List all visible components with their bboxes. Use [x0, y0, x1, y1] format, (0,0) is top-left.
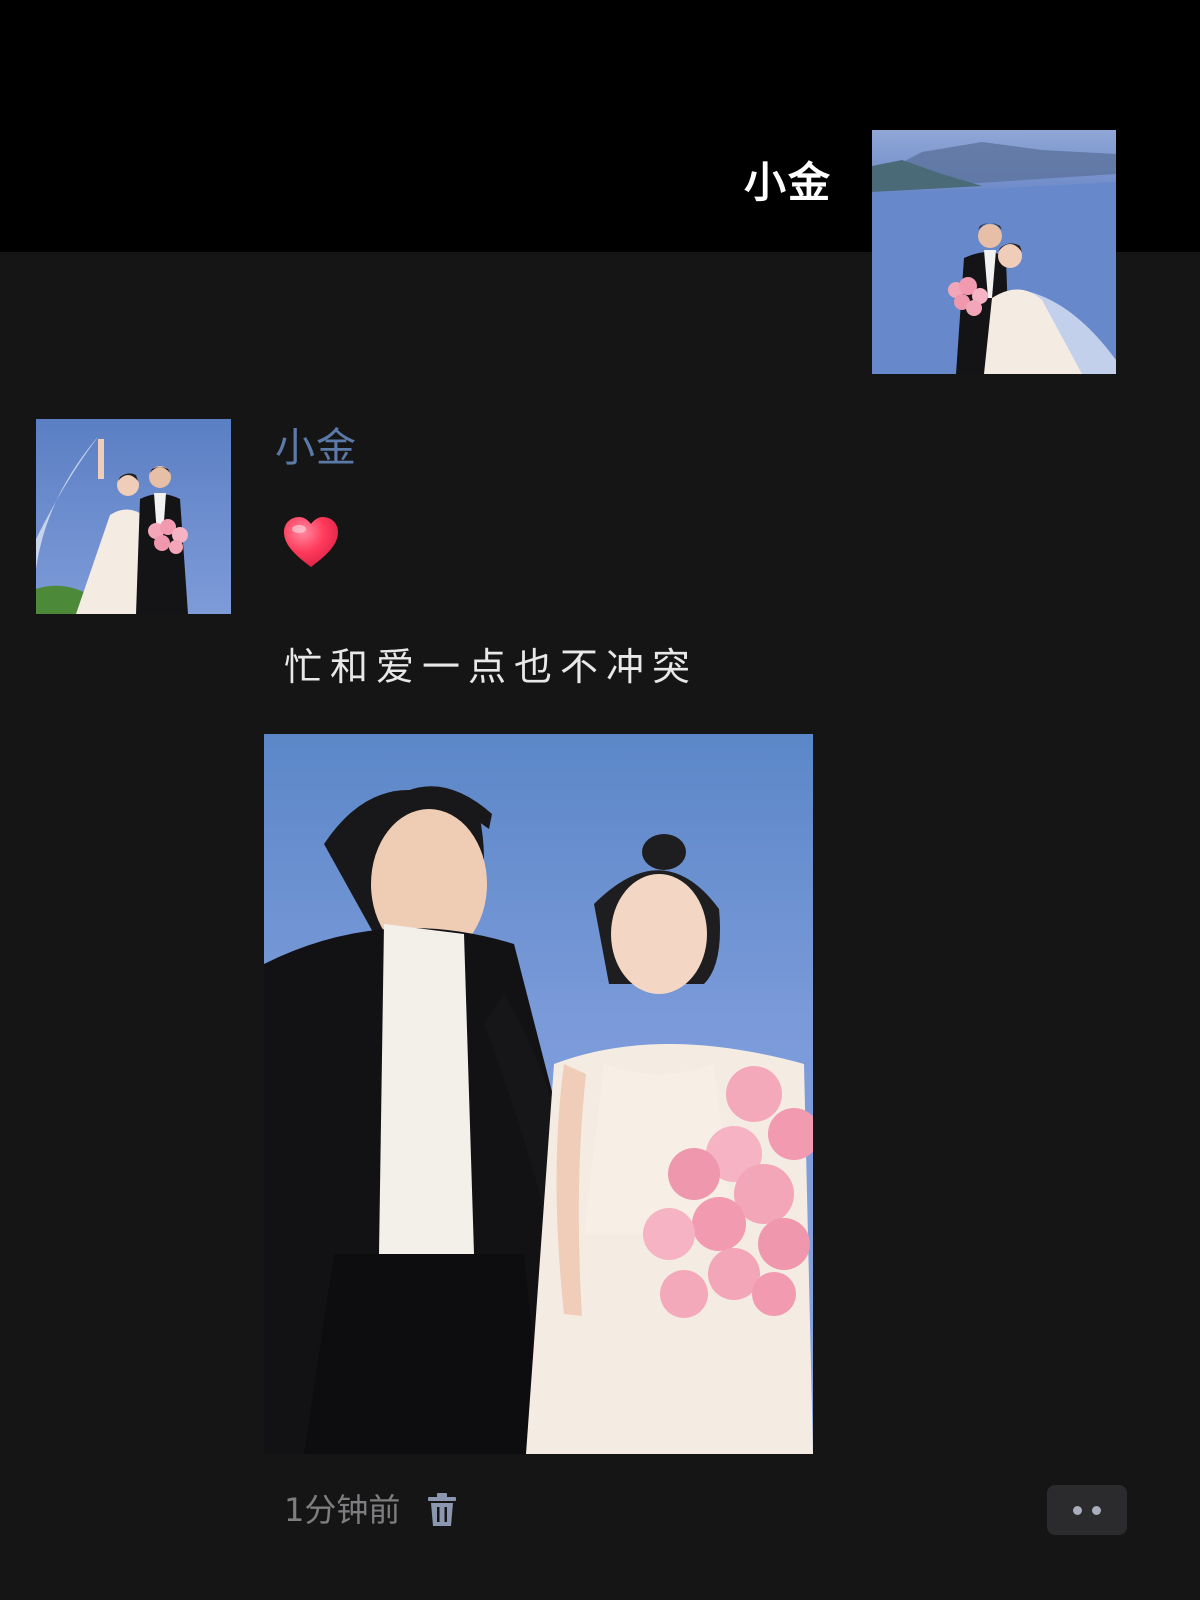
- wedding-photo-thumbnail: [872, 130, 1116, 374]
- trash-icon[interactable]: [426, 1492, 458, 1528]
- red-heart-icon: [282, 515, 340, 569]
- post-author-name[interactable]: 小金: [275, 428, 357, 468]
- wedding-photo-avatar: [36, 419, 231, 614]
- wedding-couple-holding-hands-photo: [264, 734, 813, 1454]
- dot-left: [1073, 1505, 1082, 1515]
- post-footer: 1分钟前: [284, 1488, 458, 1532]
- dot-right: [1092, 1505, 1101, 1515]
- profile-avatar[interactable]: [872, 130, 1116, 374]
- profile-name: 小金: [743, 158, 832, 207]
- moments-page: 小金 小金 忙和爱一点也不冲突 1分钟前: [0, 0, 1200, 1600]
- post-text: 忙和爱一点也不冲突: [284, 645, 699, 689]
- post-timestamp: 1分钟前: [284, 1491, 401, 1529]
- post-image[interactable]: [264, 734, 813, 1454]
- more-dots-icon[interactable]: [1047, 1485, 1127, 1535]
- post-author-avatar[interactable]: [36, 419, 231, 614]
